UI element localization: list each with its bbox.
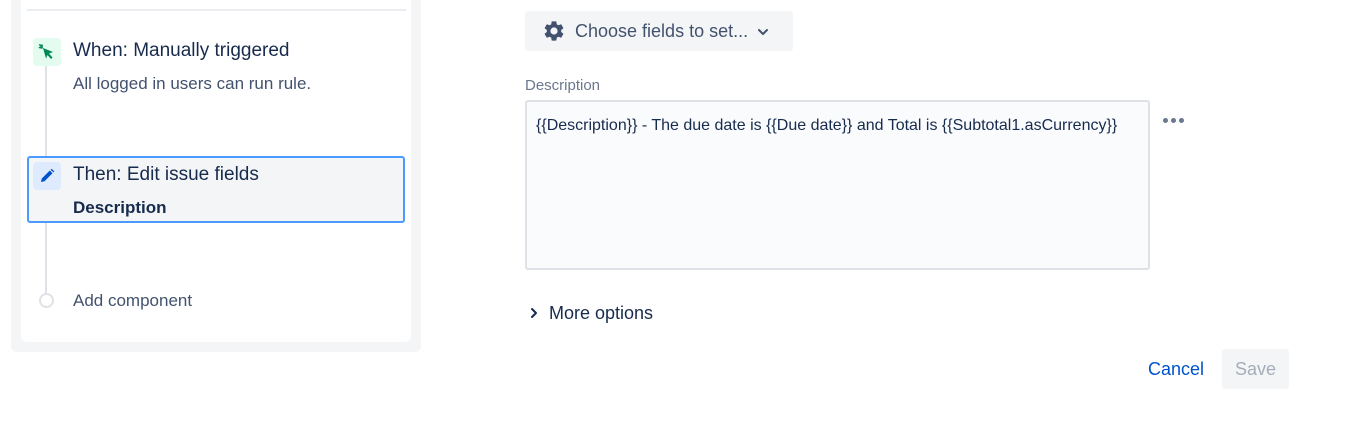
chevron-right-icon: [531, 308, 537, 318]
choose-fields-label: Choose fields to set...: [575, 21, 749, 41]
description-field-label: Description: [525, 77, 601, 94]
description-field[interactable]: {{Description}} - The due date is {{Due …: [525, 100, 1150, 270]
trigger-subtitle: All logged in users can run rule.: [73, 74, 312, 93]
more-options-toggle[interactable]: More options: [527, 301, 653, 325]
choose-fields-button[interactable]: Choose fields to set...: [525, 11, 793, 51]
pencil-icon: [33, 162, 61, 190]
add-component-dot: [39, 293, 54, 308]
gear-icon: [544, 21, 564, 41]
save-button[interactable]: Save: [1222, 349, 1289, 389]
cursor-click-icon[interactable]: [33, 38, 61, 66]
trigger-title[interactable]: When: Manually triggered: [73, 40, 290, 62]
panel-divider: [27, 9, 406, 11]
more-options-label: More options: [549, 302, 654, 323]
add-component-link[interactable]: Add component: [73, 291, 192, 311]
action-title: Then: Edit issue fields: [73, 164, 259, 185]
more-actions-icon[interactable]: [1158, 110, 1188, 130]
cancel-button[interactable]: Cancel: [1138, 350, 1214, 388]
action-subtitle: Description: [73, 198, 167, 217]
chevron-down-icon: [758, 29, 768, 35]
